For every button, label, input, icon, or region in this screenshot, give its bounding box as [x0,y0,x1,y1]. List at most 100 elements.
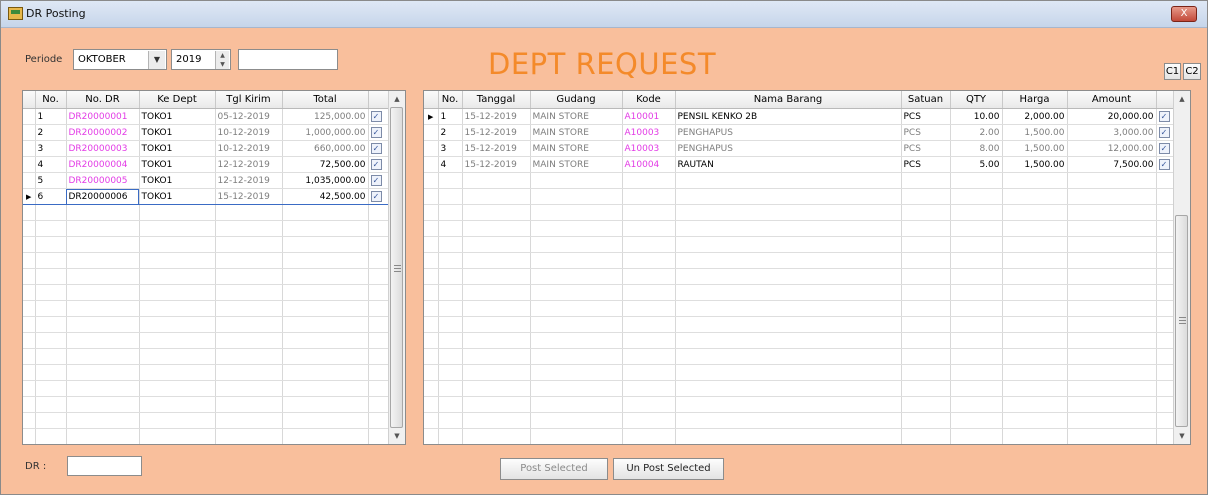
grip-icon [1179,317,1186,319]
vertical-scrollbar[interactable]: ▲ ▼ [1173,91,1190,444]
empty-row [424,445,1175,446]
cell-qty: 5.00 [950,156,1003,173]
col-header-qty[interactable]: QTY [950,91,1003,109]
vertical-scrollbar[interactable]: ▲ ▼ [388,91,405,444]
table-row[interactable]: 3 DR20000003 TOKO1 10-12-2019 660,000.00… [23,140,391,157]
col-header-satuan[interactable]: Satuan [901,91,951,109]
col-header-total[interactable]: Total [282,91,369,109]
empty-row [23,396,391,413]
checkbox[interactable]: ✓ [370,143,382,154]
col-header-ke-dept[interactable]: Ke Dept [139,91,216,109]
cell-no: 3 [438,140,463,157]
checkbox[interactable]: ✓ [1158,143,1170,154]
empty-row [424,268,1176,285]
col-header-no[interactable]: No. [35,91,67,109]
table-row[interactable]: 2 15-12-2019 MAIN STORE A10003 PENGHAPUS… [424,124,1176,141]
checkbox[interactable]: ✓ [370,191,382,202]
checkbox[interactable]: ✓ [370,127,382,138]
unpost-selected-button[interactable]: Un Post Selected [613,458,724,480]
table-row[interactable]: 3 15-12-2019 MAIN STORE A10003 PENGHAPUS… [424,140,1176,157]
cell-check[interactable]: ✓ [368,124,391,141]
year-spinner[interactable]: 2019 ▲ ▼ [171,49,231,70]
c1-button[interactable]: C1 [1164,63,1181,80]
cell-ke-dept: TOKO1 [139,108,216,125]
cell-tgl-kirim: 10-12-2019 [215,124,283,141]
cell-no: 6 [35,188,67,205]
cell-no-dr[interactable]: DR20000006 [66,188,140,205]
dropdown-arrow-icon[interactable]: ▼ [148,51,165,69]
scroll-up-arrow-icon[interactable]: ▲ [1174,91,1190,107]
cell-tanggal: 15-12-2019 [462,108,531,125]
cell-nama-barang: RAUTAN [675,156,902,173]
item-detail-table: No. Tanggal Gudang Kode Nama Barang Satu… [424,91,1176,446]
checkbox[interactable]: ✓ [1158,159,1170,170]
col-header-amount[interactable]: Amount [1067,91,1157,109]
empty-row [424,204,1176,221]
cell-kode: A10001 [622,108,676,125]
cell-check[interactable]: ✓ [368,108,391,125]
col-header-nama-barang[interactable]: Nama Barang [675,91,902,109]
post-selected-button[interactable]: Post Selected [500,458,608,480]
col-header-check[interactable] [368,91,391,109]
empty-row [424,380,1176,397]
table-row[interactable]: 4 DR20000004 TOKO1 12-12-2019 72,500.00 … [23,156,391,173]
cell-total: 1,035,000.00 [282,172,369,189]
empty-row [23,428,391,444]
periode-extra-field[interactable] [238,49,338,70]
table-row[interactable]: ▶ 1 15-12-2019 MAIN STORE A10001 PENSIL … [424,108,1176,125]
grip-icon [394,271,401,273]
row-indicator [23,140,36,157]
table-row[interactable]: 1 DR20000001 TOKO1 05-12-2019 125,000.00… [23,108,391,125]
col-header-harga[interactable]: Harga [1002,91,1068,109]
checkbox[interactable]: ✓ [1158,111,1170,122]
spin-up-down-icon[interactable]: ▲ ▼ [215,51,229,69]
scroll-up-arrow-icon[interactable]: ▲ [389,91,405,107]
col-header-gudang[interactable]: Gudang [530,91,623,109]
cell-no: 2 [438,124,463,141]
checkbox[interactable]: ✓ [370,111,382,122]
cell-check[interactable]: ✓ [368,172,391,189]
dr-posting-window: DR Posting X Periode OKTOBER ▼ 2019 ▲ ▼ D… [0,0,1208,495]
dr-list-grid[interactable]: No. No. DR Ke Dept Tgl Kirim Total 1 DR2… [22,90,406,445]
table-row[interactable]: 4 15-12-2019 MAIN STORE A10004 RAUTAN PC… [424,156,1176,173]
cell-total: 125,000.00 [282,108,369,125]
title-bar: DR Posting X [1,1,1207,28]
close-button[interactable]: X [1171,6,1197,22]
dr-input[interactable] [67,456,142,476]
table-row-selected[interactable]: ▶ 6 DR20000006 TOKO1 15-12-2019 42,500.0… [23,188,391,205]
cell-no: 4 [438,156,463,173]
col-header-kode[interactable]: Kode [622,91,676,109]
empty-row [23,380,391,397]
scroll-down-arrow-icon[interactable]: ▼ [1174,428,1190,444]
table-row[interactable]: 2 DR20000002 TOKO1 10-12-2019 1,000,000.… [23,124,391,141]
checkbox[interactable]: ✓ [1158,127,1170,138]
col-header-no[interactable]: No. [438,91,463,109]
cell-qty: 10.00 [950,108,1003,125]
cell-check[interactable]: ✓ [368,156,391,173]
cell-check[interactable]: ✓ [368,188,391,205]
cell-no: 5 [35,172,67,189]
checkbox[interactable]: ✓ [370,175,382,186]
scrollbar-thumb[interactable] [1175,215,1188,427]
cell-tanggal: 15-12-2019 [462,124,531,141]
c2-button[interactable]: C2 [1183,63,1201,80]
checkbox[interactable]: ✓ [370,159,382,170]
empty-row [424,332,1176,349]
cell-no-dr: DR20000005 [66,172,140,189]
grip-icon [1179,323,1186,325]
cell-check[interactable]: ✓ [368,140,391,157]
col-header-tanggal[interactable]: Tanggal [462,91,531,109]
cell-no: 1 [35,108,67,125]
cell-amount: 20,000.00 [1067,108,1157,125]
item-detail-grid[interactable]: No. Tanggal Gudang Kode Nama Barang Satu… [423,90,1191,445]
grip-icon [1179,320,1186,322]
table-row[interactable]: 5 DR20000005 TOKO1 12-12-2019 1,035,000.… [23,172,391,189]
month-select[interactable]: OKTOBER ▼ [73,49,167,70]
cell-total: 72,500.00 [282,156,369,173]
col-header-no-dr[interactable]: No. DR [66,91,140,109]
scroll-down-arrow-icon[interactable]: ▼ [389,428,405,444]
scrollbar-thumb[interactable] [390,107,403,428]
cell-satuan: PCS [901,156,951,173]
col-header-tgl-kirim[interactable]: Tgl Kirim [215,91,283,109]
cell-no: 1 [438,108,463,125]
